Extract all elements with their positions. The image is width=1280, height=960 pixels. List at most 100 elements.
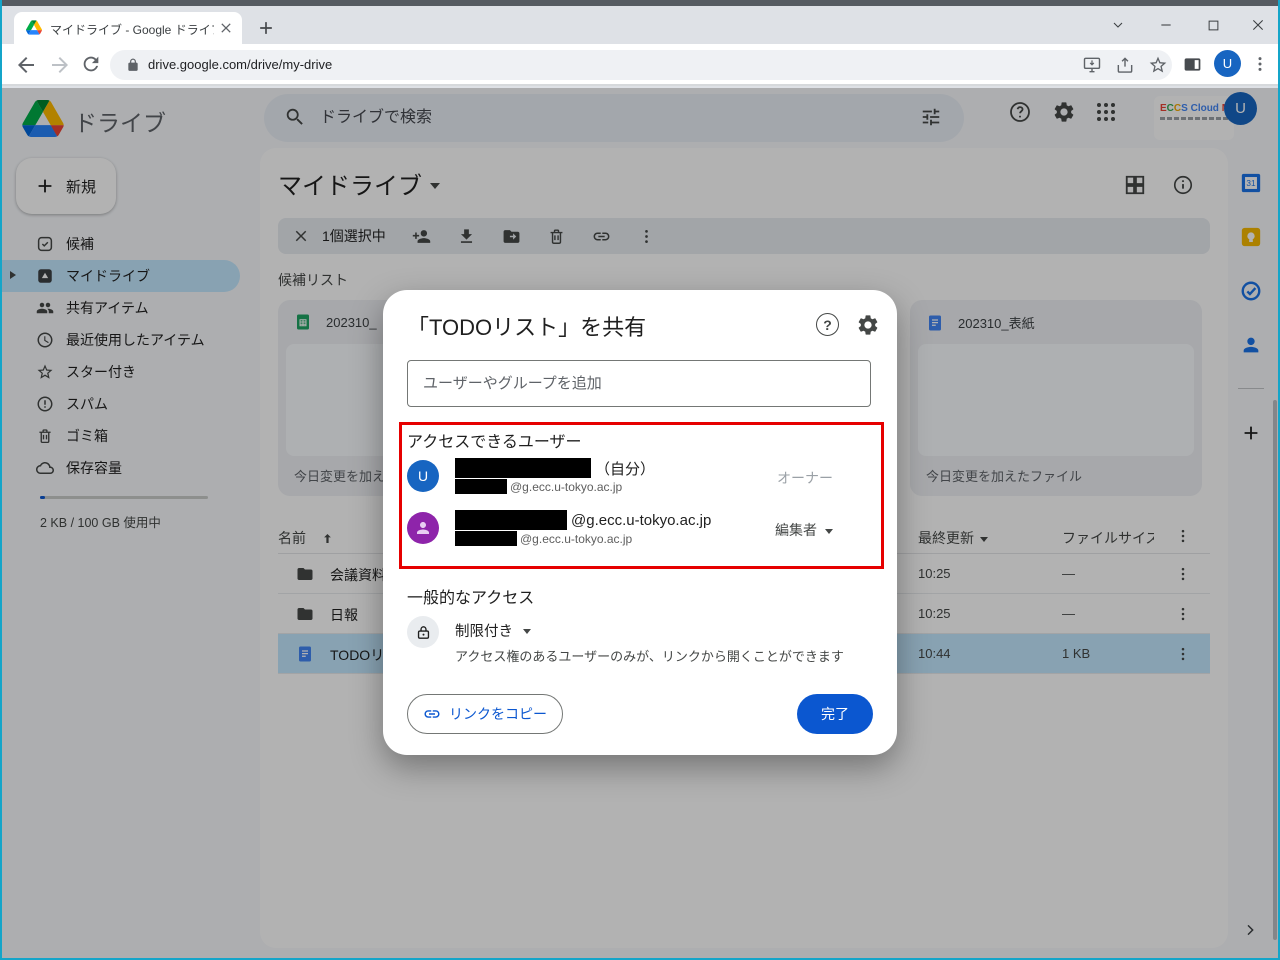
row-more-icon[interactable]: [1174, 605, 1192, 623]
sidebar-item-my-drive[interactable]: マイドライブ: [0, 260, 240, 292]
new-tab-button[interactable]: [256, 18, 276, 38]
restricted-lock-icon[interactable]: [407, 616, 439, 648]
download-icon[interactable]: [457, 227, 476, 246]
file-modified: 10:25: [918, 566, 951, 581]
dialog-title: 「TODOリスト」を共有: [407, 310, 646, 342]
sidebar-item-shared[interactable]: 共有アイテム: [0, 292, 240, 324]
tasks-icon[interactable]: [1240, 280, 1262, 302]
secure-lock-icon[interactable]: [126, 58, 140, 72]
expand-panel-chevron-icon[interactable]: [1242, 922, 1258, 938]
general-access-dropdown[interactable]: 制限付き: [455, 620, 531, 641]
back-button[interactable]: [14, 53, 38, 77]
file-size: 1 KB: [1062, 646, 1090, 661]
browser-tab[interactable]: マイドライブ - Google ドライブ: [14, 12, 242, 44]
page-scrollbar[interactable]: [1273, 400, 1277, 940]
sidebar-item-label: スター付き: [66, 362, 136, 382]
sidebar-item-storage[interactable]: 保存容量: [0, 452, 240, 484]
my-drive-icon: [36, 267, 54, 285]
help-icon[interactable]: [1008, 100, 1032, 124]
file-modified: 10:44: [918, 646, 951, 661]
card-preview: [918, 344, 1194, 456]
clear-selection-icon[interactable]: [292, 227, 310, 245]
sidebar-item-label: 保存容量: [66, 458, 122, 478]
spam-icon: [36, 395, 54, 413]
column-size[interactable]: ファイルサイズ: [1062, 528, 1154, 548]
folder-icon: [296, 605, 314, 623]
suggestions-section-label: 候補リスト: [278, 270, 348, 290]
storage-progress-fill: [40, 496, 45, 499]
eccs-badge-text: ECCS Cloud Mail: [1160, 103, 1229, 114]
column-modified[interactable]: 最終更新: [918, 528, 988, 548]
sort-caret-icon: [980, 537, 988, 542]
refresh-button[interactable]: [80, 53, 104, 77]
row-more-icon[interactable]: [1174, 565, 1192, 583]
drive-header: ドライブ ECCS Cloud Mail U: [0, 88, 1280, 148]
sidebar-item-recent[interactable]: 最近使用したアイテム: [0, 324, 240, 356]
address-bar[interactable]: drive.google.com/drive/my-drive: [110, 50, 1172, 80]
add-people-input[interactable]: [407, 360, 871, 407]
forward-button[interactable]: [48, 53, 72, 77]
share-add-person-icon[interactable]: [412, 227, 431, 246]
drive-favicon: [26, 20, 42, 35]
browser-menu-icon[interactable]: [1250, 54, 1274, 78]
table-settings-icon[interactable]: [1174, 527, 1192, 545]
window-close-button[interactable]: [1244, 14, 1272, 36]
storage-progress-bar: [40, 496, 208, 499]
add-addon-icon[interactable]: [1240, 422, 1262, 444]
sidebar-item-label: 最近使用したアイテム: [66, 330, 205, 350]
docs-file-icon: [926, 314, 944, 332]
sidebar-item-suggestions[interactable]: 候補: [0, 228, 240, 260]
search-bar[interactable]: [264, 94, 964, 142]
bookmark-star-icon[interactable]: [1148, 55, 1168, 75]
search-input[interactable]: [320, 94, 880, 142]
install-app-icon[interactable]: [1082, 55, 1102, 75]
search-options-icon[interactable]: [920, 106, 942, 128]
drive-logo[interactable]: [22, 100, 64, 137]
new-button-label: 新規: [66, 176, 96, 197]
copy-link-button[interactable]: リンクをコピー: [407, 694, 563, 734]
page-title[interactable]: マイドライブ: [278, 166, 440, 201]
trash-icon: [36, 427, 54, 445]
window-frame: [0, 0, 1280, 6]
new-button[interactable]: 新規: [16, 158, 116, 214]
side-panel-icon[interactable]: [1182, 54, 1206, 78]
grid-view-icon[interactable]: [1124, 174, 1148, 198]
browser-profile-avatar[interactable]: U: [1214, 50, 1241, 77]
apps-grid-icon[interactable]: [1094, 100, 1118, 124]
get-link-icon[interactable]: [592, 227, 611, 246]
general-access-label: 一般的なアクセス: [407, 584, 534, 608]
window-maximize-button[interactable]: [1199, 14, 1227, 36]
search-icon[interactable]: [284, 106, 306, 128]
app-name: ドライブ: [74, 104, 166, 138]
browser-toolbar: drive.google.com/drive/my-drive U: [0, 44, 1280, 86]
card-footer-label: 今日変更を加えたファイル: [926, 466, 1082, 485]
keep-icon[interactable]: [1240, 226, 1262, 248]
file-name: 日報: [330, 605, 358, 625]
sidebar-item-spam[interactable]: スパム: [0, 388, 240, 420]
sidebar-item-starred[interactable]: スター付き: [0, 356, 240, 388]
window-minimize-button[interactable]: [1152, 14, 1180, 36]
info-icon[interactable]: [1172, 174, 1196, 198]
contacts-icon[interactable]: [1240, 334, 1262, 356]
share-page-icon[interactable]: [1115, 55, 1135, 75]
sidebar-item-trash[interactable]: ゴミ箱: [0, 420, 240, 452]
sidebar-item-label: 共有アイテム: [66, 298, 149, 318]
more-actions-icon[interactable]: [637, 227, 656, 246]
window-chevron-icon[interactable]: [1104, 14, 1132, 36]
share-settings-gear-icon[interactable]: [856, 313, 880, 337]
settings-gear-icon[interactable]: [1052, 100, 1076, 124]
trash-icon[interactable]: [547, 227, 566, 246]
tab-close-icon[interactable]: [218, 20, 234, 36]
calendar-icon[interactable]: 31: [1240, 172, 1262, 194]
move-to-folder-icon[interactable]: [502, 227, 521, 246]
file-name: 会議資料: [330, 565, 386, 585]
chevron-down-icon[interactable]: [430, 183, 440, 189]
star-icon: [36, 363, 54, 381]
expand-caret-icon[interactable]: [10, 271, 16, 279]
row-more-icon[interactable]: [1174, 645, 1192, 663]
dialog-help-icon[interactable]: ?: [816, 313, 839, 336]
column-name[interactable]: 名前: [278, 528, 335, 548]
suggested-file-card[interactable]: 202310_表紙 今日変更を加えたファイル: [910, 300, 1202, 496]
done-button[interactable]: 完了: [797, 694, 873, 734]
account-avatar[interactable]: U: [1224, 92, 1257, 125]
